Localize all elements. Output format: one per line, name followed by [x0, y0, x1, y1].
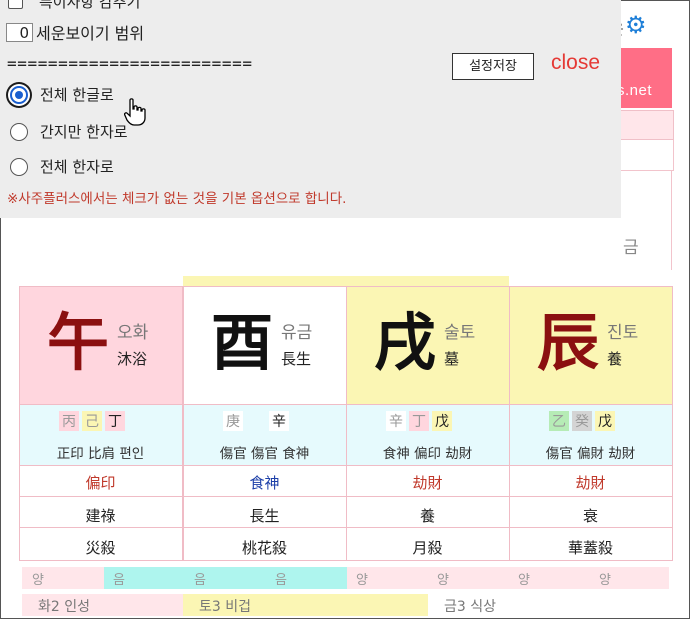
branch-reading: 유금 [281, 323, 313, 343]
shinsal: 月殺 [412, 539, 443, 557]
hidden-stem: 戊 [595, 411, 615, 431]
hidden-stem: 丁 [409, 411, 429, 431]
radio-button[interactable] [10, 157, 28, 176]
branch-reading: 술토 [444, 323, 476, 343]
hidden-stem: 癸 [572, 411, 592, 431]
life-stage: 沐浴 [117, 350, 148, 368]
divider [671, 170, 672, 270]
twelve-stage: 衰 [582, 507, 598, 525]
radio-button[interactable] [10, 85, 28, 104]
yinyang-label: 양 [32, 573, 44, 588]
twelve-stage: 建祿 [85, 507, 116, 525]
yinyang-label: 양 [356, 573, 368, 588]
hidden-stem: 戊 [432, 411, 452, 431]
radio-all-hangul[interactable]: 전체 한글로 [10, 84, 114, 105]
save-settings-button[interactable]: 설정저장 [452, 53, 534, 80]
radio-ganji-hanja[interactable]: 간지만 한자로 [10, 121, 128, 142]
yinyang-label: 양 [437, 573, 449, 588]
hidden-stem: 辛 [269, 411, 289, 431]
ten-gods-row: 正印 比肩 편인 [56, 446, 145, 462]
radio-label: 간지만 한자로 [40, 123, 128, 141]
hidden-stems: 庚 辛 [223, 411, 289, 431]
yinyang-label: 음 [113, 573, 125, 588]
ten-gods-row: 食神 偏印 劫財 [382, 446, 473, 462]
hidden-stems: 辛丁戊 [386, 411, 452, 431]
ten-god: 劫財 [575, 474, 606, 492]
gear-icon[interactable]: ⚙ [625, 13, 647, 37]
shinsal: 災殺 [85, 539, 116, 557]
twelve-stage: 長生 [249, 507, 280, 525]
hidden-stems: 丙己丁 [59, 411, 125, 431]
element-label: 토3 비겁 [199, 599, 251, 615]
hidden-stem: 丙 [59, 411, 79, 431]
ten-god: 食神 [249, 474, 280, 492]
header-strip [183, 276, 509, 286]
radio-all-hanja[interactable]: 전체 한자로 [10, 156, 114, 177]
site-suffix: s.net [617, 82, 653, 99]
yinyang-label: 양 [518, 573, 530, 588]
yinyang-label: 음 [275, 573, 287, 588]
element-label: 금3 식상 [444, 599, 496, 615]
settings-panel: 특이사항 감추기 0 세운보이기 범위 ====================… [0, 0, 621, 218]
branch-char: 酉 [211, 306, 274, 379]
life-stage: 長生 [281, 350, 312, 368]
shinsal: 桃花殺 [241, 539, 287, 557]
yinyang-label: 양 [599, 573, 611, 588]
yinyang-label: 음 [194, 573, 206, 588]
hide-special-label: 특이사항 감추기 [39, 0, 141, 11]
ten-gods-row: 傷官 偏財 劫財 [545, 446, 636, 462]
branch-reading: 오화 [117, 323, 149, 343]
separator: ======================== [7, 54, 253, 73]
branch-char: 戌 [374, 306, 437, 379]
branch-char: 午 [47, 306, 110, 379]
branch-char: 辰 [537, 306, 600, 379]
twelve-stage: 養 [419, 507, 435, 525]
hide-special-row[interactable]: 특이사항 감추기 [8, 0, 140, 12]
shinsal: 華蓋殺 [567, 539, 613, 557]
life-stage: 養 [607, 350, 623, 368]
hide-special-checkbox[interactable] [8, 0, 23, 9]
ten-gods-row: 傷官 傷官 食神 [219, 446, 310, 462]
hidden-stems: 乙癸戊 [549, 411, 615, 431]
life-stage: 墓 [444, 350, 460, 368]
hidden-stem: 己 [82, 411, 102, 431]
ten-god: 劫財 [412, 474, 443, 492]
hidden-stem: 乙 [549, 411, 569, 431]
close-button[interactable]: close [551, 51, 600, 75]
right-label: 금 [623, 238, 639, 258]
hidden-stem: 辛 [386, 411, 406, 431]
ten-god: 偏印 [85, 474, 116, 492]
hand-cursor-icon [124, 98, 146, 126]
range-label: 세운보이기 범위 [36, 24, 145, 43]
radio-label: 전체 한자로 [40, 158, 114, 176]
hidden-stem: 丁 [105, 411, 125, 431]
radio-button[interactable] [10, 122, 28, 141]
range-input[interactable]: 0 [6, 22, 33, 42]
element-label: 화2 인성 [38, 599, 90, 615]
range-row: 0 세운보이기 범위 [6, 20, 144, 44]
option-note: ※사주플러스에서는 체크가 없는 것을 기본 옵션으로 합니다. [7, 191, 347, 207]
radio-label: 전체 한글로 [40, 86, 114, 104]
hidden-stem: 庚 [223, 411, 243, 431]
branch-reading: 진토 [607, 323, 639, 343]
hidden-stem [246, 411, 266, 431]
